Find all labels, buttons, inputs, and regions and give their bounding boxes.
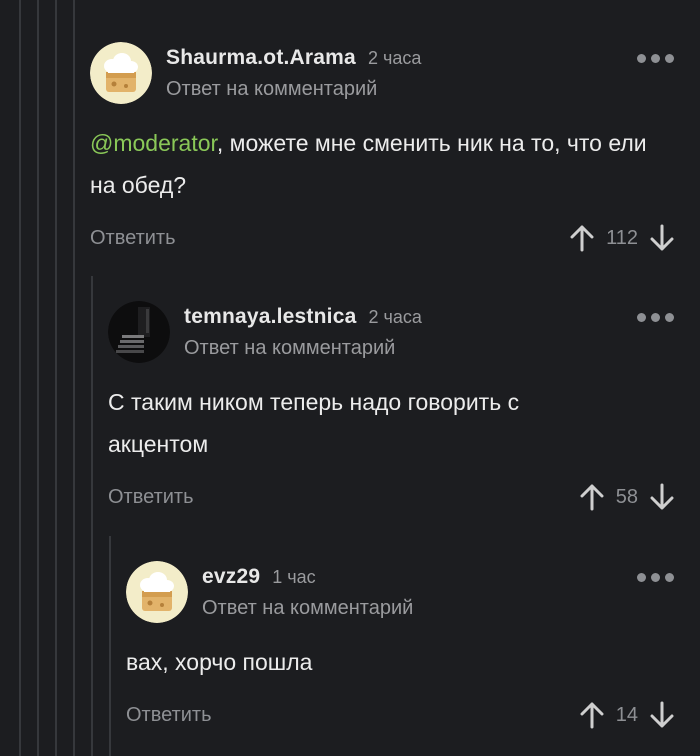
dark-stairs-avatar-icon[interactable] — [108, 301, 170, 363]
author-name[interactable]: temnaya.lestnica — [184, 305, 356, 329]
vote-controls: 58 — [580, 483, 674, 511]
comment-header: Shaurma.ot.Arama 2 часа Ответ на коммент… — [166, 46, 700, 106]
more-icon[interactable] — [637, 54, 674, 63]
more-icon[interactable] — [637, 573, 674, 582]
vote-score: 58 — [615, 485, 638, 508]
mention-link[interactable]: @moderator — [90, 130, 217, 156]
comment-thread: Shaurma.ot.Arama 2 часа Ответ на коммент… — [0, 0, 700, 756]
thread-line — [91, 276, 93, 756]
more-icon[interactable] — [637, 313, 674, 322]
reply-to-link[interactable]: Ответ на комментарий — [202, 597, 700, 620]
arrow-up-icon[interactable] — [570, 224, 594, 252]
reply-to-link[interactable]: Ответ на комментарий — [184, 337, 700, 360]
comment: evz29 1 час Ответ на комментарий вах, хо… — [126, 561, 700, 751]
thread-line — [55, 0, 57, 756]
comment-actions: Ответить 58 — [108, 479, 674, 515]
thread-line — [73, 0, 75, 756]
reply-to-link[interactable]: Ответ на комментарий — [166, 78, 700, 101]
reply-button[interactable]: Ответить — [108, 486, 194, 509]
comment-time: 2 часа — [368, 307, 422, 327]
thread-line — [37, 0, 39, 756]
reply-button[interactable]: Ответить — [90, 227, 176, 250]
cheese-avatar-icon[interactable] — [90, 42, 152, 104]
comment-header: evz29 1 час Ответ на комментарий — [202, 565, 700, 625]
comment-actions: Ответить 112 — [90, 220, 674, 256]
arrow-down-icon[interactable] — [650, 701, 674, 729]
comment: temnaya.lestnica 2 часа Ответ на коммент… — [108, 301, 700, 521]
arrow-down-icon[interactable] — [650, 224, 674, 252]
reply-button[interactable]: Ответить — [126, 704, 212, 727]
thread-line — [109, 536, 111, 756]
vote-score: 14 — [615, 703, 638, 726]
arrow-up-icon[interactable] — [580, 701, 604, 729]
vote-controls: 112 — [570, 224, 674, 252]
comment-text: С таким ником теперь надо говорить с акц… — [108, 389, 520, 457]
vote-score: 112 — [606, 226, 638, 249]
arrow-down-icon[interactable] — [650, 483, 674, 511]
arrow-up-icon[interactable] — [580, 483, 604, 511]
comment-actions: Ответить 14 — [126, 697, 674, 733]
cheese-avatar-icon[interactable] — [126, 561, 188, 623]
comment-header: temnaya.lestnica 2 часа Ответ на коммент… — [184, 305, 700, 365]
author-name[interactable]: evz29 — [202, 565, 260, 589]
author-name[interactable]: Shaurma.ot.Arama — [166, 46, 356, 70]
comment-time: 2 часа — [367, 48, 422, 68]
vote-controls: 14 — [580, 701, 674, 729]
comment-time: 1 час — [272, 567, 316, 587]
comment-text: @moderator, можете мне сменить ник на то… — [90, 122, 670, 206]
comment-text: вах, хорчо пошла — [126, 649, 313, 675]
thread-line — [19, 0, 21, 756]
comment: Shaurma.ot.Arama 2 часа Ответ на коммент… — [90, 42, 700, 262]
